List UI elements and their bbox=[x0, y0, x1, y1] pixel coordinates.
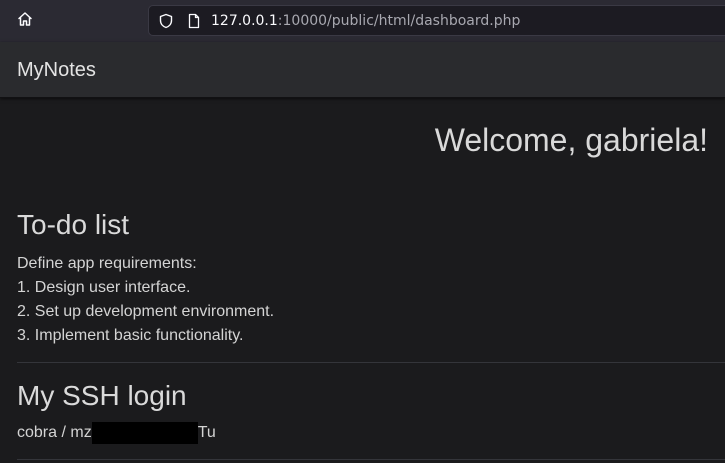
shield-icon[interactable] bbox=[158, 13, 174, 34]
url-host: 127.0.0.1 bbox=[211, 13, 278, 29]
ssh-title: My SSH login bbox=[17, 380, 187, 411]
ssh-credentials: cobra / mz Tu bbox=[17, 422, 216, 444]
app-navbar: MyNotes bbox=[0, 42, 725, 98]
todo-line: 3. Implement basic functionality. bbox=[17, 327, 244, 344]
section-divider bbox=[17, 459, 725, 460]
browser-toolbar: 127.0.0.1:10000/public/html/dashboard.ph… bbox=[0, 0, 725, 42]
page-icon[interactable] bbox=[186, 13, 202, 34]
todo-line: Define app requirements: bbox=[17, 255, 197, 272]
url-text[interactable]: 127.0.0.1:10000/public/html/dashboard.ph… bbox=[211, 12, 520, 30]
brand-link[interactable]: MyNotes bbox=[17, 58, 96, 82]
address-bar[interactable]: 127.0.0.1:10000/public/html/dashboard.ph… bbox=[148, 5, 725, 36]
home-button[interactable] bbox=[10, 6, 40, 36]
redaction-block bbox=[91, 422, 198, 444]
todo-line: 1. Design user interface. bbox=[17, 279, 191, 296]
url-path: :10000/public/html/dashboard.php bbox=[277, 13, 521, 29]
todo-line: 2. Set up development environment. bbox=[17, 303, 275, 320]
ssh-credentials-suffix: Tu bbox=[197, 424, 216, 441]
todo-list: Define app requirements: 1. Design user … bbox=[17, 252, 274, 348]
home-icon bbox=[17, 11, 33, 32]
section-divider bbox=[17, 362, 725, 363]
ssh-credentials-prefix: cobra / mz bbox=[17, 424, 92, 441]
welcome-heading: Welcome, gabriela! bbox=[434, 122, 708, 158]
todo-title: To-do list bbox=[17, 209, 130, 240]
